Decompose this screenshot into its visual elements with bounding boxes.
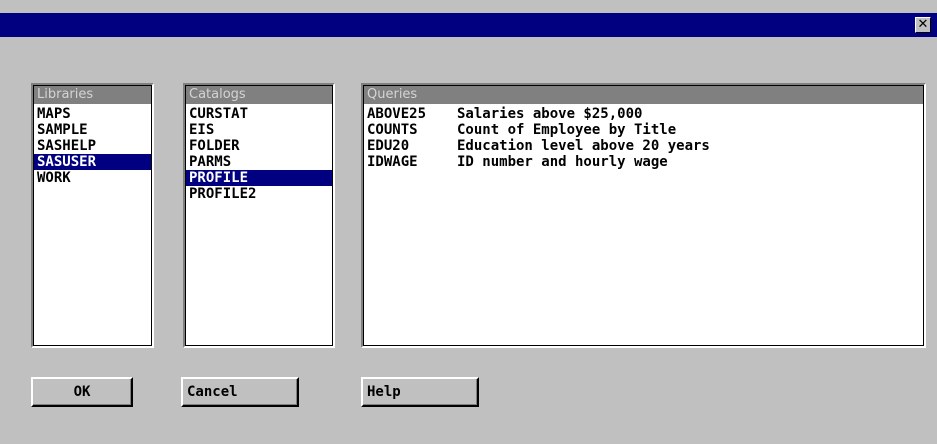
- ok-button[interactable]: OK: [31, 377, 133, 407]
- title-bar: ✕: [0, 13, 937, 37]
- library-item-sasuser[interactable]: SASUSER: [34, 154, 151, 170]
- query-description: Education level above 20 years: [457, 138, 710, 154]
- query-row[interactable]: ABOVE25 Salaries above $25,000: [364, 106, 923, 122]
- catalog-item-folder[interactable]: FOLDER: [186, 138, 332, 154]
- close-icon[interactable]: ✕: [915, 17, 931, 33]
- queries-listbox[interactable]: Queries ABOVE25 Salaries above $25,000 C…: [361, 83, 926, 348]
- query-name: IDWAGE: [367, 154, 418, 170]
- libraries-header: Libraries: [34, 86, 151, 104]
- query-row[interactable]: COUNTS Count of Employee by Title: [364, 122, 923, 138]
- query-description: ID number and hourly wage: [457, 154, 668, 170]
- library-item-sashelp[interactable]: SASHELP: [34, 138, 151, 154]
- library-item-maps[interactable]: MAPS: [34, 106, 151, 122]
- query-name: COUNTS: [367, 122, 418, 138]
- query-name: EDU20: [367, 138, 410, 154]
- query-description: Salaries above $25,000: [457, 106, 643, 122]
- help-button[interactable]: Help: [361, 377, 479, 407]
- cancel-button[interactable]: Cancel: [181, 377, 299, 407]
- catalog-item-eis[interactable]: EIS: [186, 122, 332, 138]
- catalogs-header: Catalogs: [186, 86, 332, 104]
- dialog-window: ✕ Libraries MAPS SAMPLE SASHELP SASUSER …: [0, 0, 937, 444]
- library-item-work[interactable]: WORK: [34, 170, 151, 186]
- query-description: Count of Employee by Title: [457, 122, 677, 138]
- query-row[interactable]: EDU20 Education level above 20 years: [364, 138, 923, 154]
- libraries-listbox[interactable]: Libraries MAPS SAMPLE SASHELP SASUSER WO…: [31, 83, 154, 348]
- catalog-item-curstat[interactable]: CURSTAT: [186, 106, 332, 122]
- catalog-item-parms[interactable]: PARMS: [186, 154, 332, 170]
- catalogs-listbox[interactable]: Catalogs CURSTAT EIS FOLDER PARMS PROFIL…: [183, 83, 335, 348]
- catalog-item-profile2[interactable]: PROFILE2: [186, 186, 332, 202]
- library-item-sample[interactable]: SAMPLE: [34, 122, 151, 138]
- query-name: ABOVE25: [367, 106, 427, 122]
- query-row[interactable]: IDWAGE ID number and hourly wage: [364, 154, 923, 170]
- catalog-item-profile[interactable]: PROFILE: [186, 170, 332, 186]
- queries-header: Queries: [364, 86, 923, 104]
